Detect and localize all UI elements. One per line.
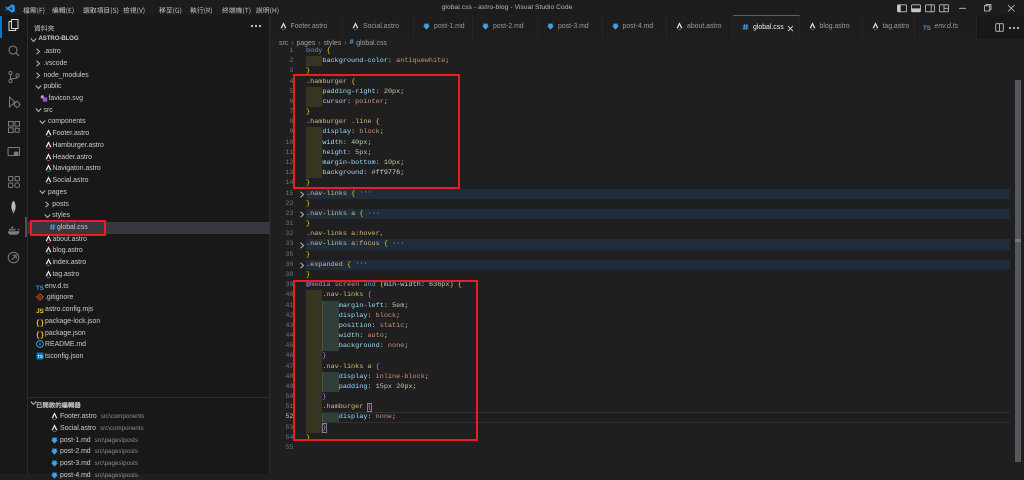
svg-text:TS: TS bbox=[37, 354, 43, 359]
